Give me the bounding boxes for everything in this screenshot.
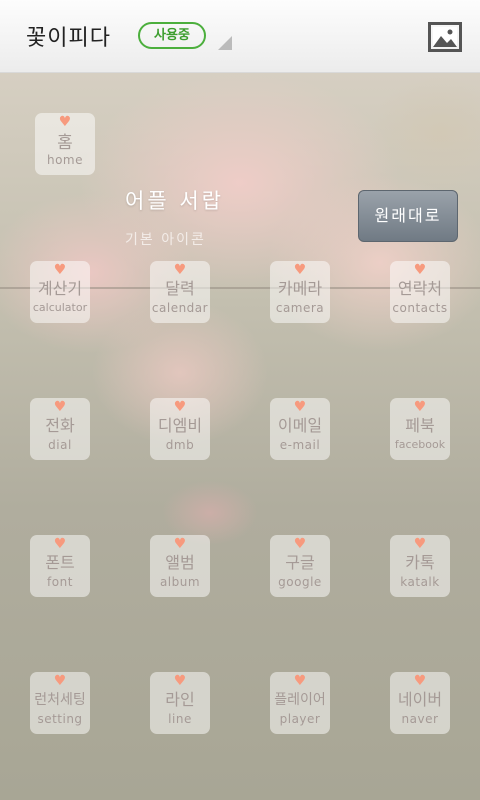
heart-icon: ♥ <box>413 536 427 552</box>
heart-icon: ♥ <box>413 262 427 278</box>
image-icon[interactable] <box>428 21 462 53</box>
icon-label-en: player <box>279 712 321 726</box>
heart-icon: ♥ <box>173 673 187 689</box>
default-icons-subtitle: 기본 아이콘 <box>125 232 206 248</box>
heart-icon: ♥ <box>53 262 67 278</box>
icon-label-kr: 폰트 <box>45 553 75 572</box>
app-icon-font[interactable]: ♥ 폰트 font <box>30 535 90 597</box>
icon-label-kr: 앨범 <box>165 553 195 572</box>
app-icon-facebook[interactable]: ♥ 페북 facebook <box>390 398 450 460</box>
app-icon-line[interactable]: ♥ 라인 line <box>150 672 210 734</box>
heart-icon: ♥ <box>293 262 307 278</box>
icon-label-kr: 홈 <box>57 133 73 153</box>
heart-icon: ♥ <box>413 673 427 689</box>
restore-default-button[interactable]: 원래대로 <box>358 190 458 242</box>
in-use-badge: 사용중 <box>138 22 206 49</box>
icon-label-kr: 구글 <box>285 553 315 572</box>
icon-label-en: calculator <box>32 301 88 314</box>
icon-label-kr: 달력 <box>165 279 195 298</box>
app-icon-calendar[interactable]: ♥ 달력 calendar <box>150 261 210 323</box>
app-icon-dmb[interactable]: ♥ 디엠비 dmb <box>150 398 210 460</box>
heart-icon: ♥ <box>173 399 187 415</box>
app-icon-contacts[interactable]: ♥ 연락처 contacts <box>390 261 450 323</box>
heart-icon: ♥ <box>293 673 307 689</box>
icon-label-en: google <box>278 575 322 589</box>
app-icon-dial[interactable]: ♥ 전화 dial <box>30 398 90 460</box>
icon-label-kr: 전화 <box>45 416 75 435</box>
app-icon-camera[interactable]: ♥ 카메라 camera <box>270 261 330 323</box>
icon-label-kr: 계산기 <box>37 279 83 298</box>
app-icon-email[interactable]: ♥ 이메일 e-mail <box>270 398 330 460</box>
heart-icon: ♥ <box>293 536 307 552</box>
heart-icon: ♥ <box>53 399 67 415</box>
top-bar: 꽃이피다 사용중 <box>0 0 480 73</box>
corner-triangle-icon <box>218 36 232 50</box>
icon-label-kr: 카톡 <box>405 553 435 572</box>
heart-icon: ♥ <box>293 399 307 415</box>
icon-label-kr: 연락처 <box>397 279 443 298</box>
heart-icon: ♥ <box>413 399 427 415</box>
heart-icon: ♥ <box>173 262 187 278</box>
icon-label-kr: 플레이어 <box>274 692 326 708</box>
icon-label-kr: 네이버 <box>397 690 443 709</box>
app-icon-google[interactable]: ♥ 구글 google <box>270 535 330 597</box>
app-icon-launcher-setting[interactable]: ♥ 런처세팅 setting <box>30 672 90 734</box>
icon-label-en: album <box>159 575 201 589</box>
icon-label-en: calendar <box>151 301 209 315</box>
icon-label-en: e-mail <box>279 438 321 452</box>
icon-label-en: font <box>47 575 73 589</box>
icon-label-en: facebook <box>394 438 446 451</box>
icon-label-en: dmb <box>165 438 195 452</box>
icon-label-kr: 디엠비 <box>157 416 203 435</box>
heart-icon: ♥ <box>53 536 67 552</box>
app-icon-naver[interactable]: ♥ 네이버 naver <box>390 672 450 734</box>
icon-label-en: dial <box>48 438 72 452</box>
heart-icon: ♥ <box>53 673 67 689</box>
icon-label-kr: 라인 <box>165 690 195 709</box>
app-drawer-title: 어플 서랍 <box>125 189 224 213</box>
icon-label-en: line <box>168 712 192 726</box>
app-icon-player[interactable]: ♥ 플레이어 player <box>270 672 330 734</box>
theme-title: 꽃이피다 <box>26 26 111 51</box>
heart-icon: ♥ <box>173 536 187 552</box>
app-icon-album[interactable]: ♥ 앨범 album <box>150 535 210 597</box>
icon-label-kr: 페북 <box>405 416 435 435</box>
app-icon-katalk[interactable]: ♥ 카톡 katalk <box>390 535 450 597</box>
icon-label-en: katalk <box>400 575 440 589</box>
wallpaper-area: ♥ 홈 home 어플 서랍 기본 아이콘 원래대로 ♥ 계산기 calcula… <box>0 73 480 800</box>
icon-label-en: home <box>46 153 84 167</box>
icon-label-kr: 이메일 <box>277 416 323 435</box>
icon-label-kr: 런처세팅 <box>34 692 86 708</box>
icon-label-en: naver <box>401 712 439 726</box>
icon-label-en: camera <box>275 301 325 315</box>
home-icon[interactable]: ♥ 홈 home <box>35 113 95 175</box>
icon-label-en: contacts <box>392 301 448 315</box>
icon-label-en: setting <box>37 712 83 726</box>
app-icon-calculator[interactable]: ♥ 계산기 calculator <box>30 261 90 323</box>
heart-icon: ♥ <box>58 114 72 130</box>
icon-label-kr: 카메라 <box>277 279 323 298</box>
